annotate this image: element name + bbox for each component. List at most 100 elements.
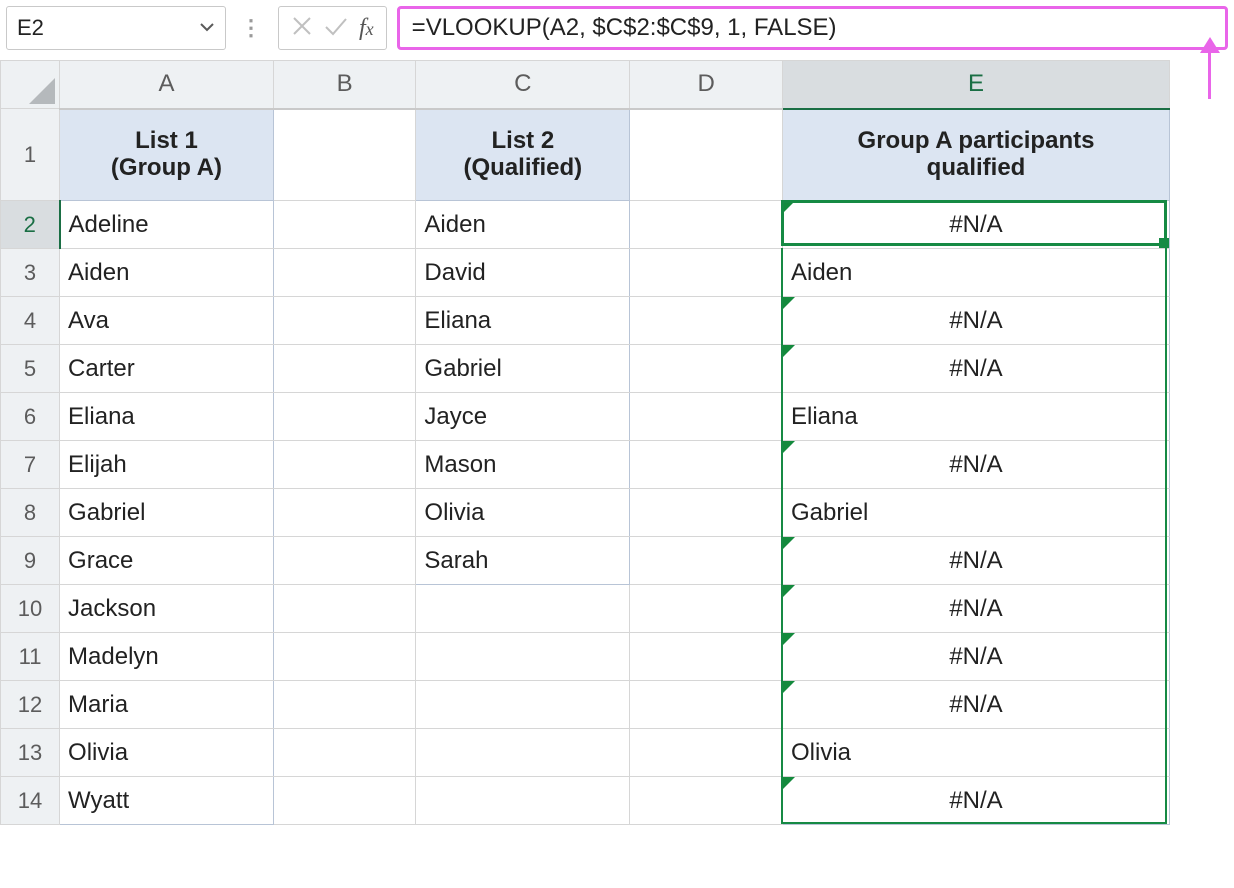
cell-D10[interactable] [630, 585, 783, 633]
column-header-D[interactable]: D [630, 61, 783, 109]
column-header-C[interactable]: C [416, 61, 630, 109]
cell-C3[interactable]: David [416, 249, 630, 297]
cell-E8[interactable]: Gabriel [782, 489, 1169, 537]
cell-B13[interactable] [273, 729, 416, 777]
formula-bar[interactable]: =VLOOKUP(A2, $C$2:$C$9, 1, FALSE) [397, 6, 1228, 50]
cell-E4[interactable]: #N/A [782, 297, 1169, 345]
cell-A7[interactable]: Elijah [60, 441, 274, 489]
cell-E6[interactable]: Eliana [782, 393, 1169, 441]
cell-A13[interactable]: Olivia [60, 729, 274, 777]
cell-C11[interactable] [416, 633, 630, 681]
cell-E14[interactable]: #N/A [782, 777, 1169, 825]
cell-D2[interactable] [630, 201, 783, 249]
cell-A4[interactable]: Ava [60, 297, 274, 345]
row-header-10[interactable]: 10 [1, 585, 60, 633]
cell-D5[interactable] [630, 345, 783, 393]
cell-D8[interactable] [630, 489, 783, 537]
cell-B6[interactable] [273, 393, 416, 441]
cell-D13[interactable] [630, 729, 783, 777]
cell-D14[interactable] [630, 777, 783, 825]
cell-A8[interactable]: Gabriel [60, 489, 274, 537]
cell-B14[interactable] [273, 777, 416, 825]
cancel-formula-icon[interactable] [291, 15, 313, 41]
cell-D7[interactable] [630, 441, 783, 489]
row-header-5[interactable]: 5 [1, 345, 60, 393]
cell-D11[interactable] [630, 633, 783, 681]
header-cell-A1[interactable]: List 1(Group A) [60, 109, 274, 201]
row-header-3[interactable]: 3 [1, 249, 60, 297]
cell-C13[interactable] [416, 729, 630, 777]
cell-D6[interactable] [630, 393, 783, 441]
cell-C4[interactable]: Eliana [416, 297, 630, 345]
cell-C9[interactable]: Sarah [416, 537, 630, 585]
cell-E11[interactable]: #N/A [782, 633, 1169, 681]
cell-D1[interactable] [630, 109, 783, 201]
row-header-7[interactable]: 7 [1, 441, 60, 489]
cell-B7[interactable] [273, 441, 416, 489]
cell-B3[interactable] [273, 249, 416, 297]
spreadsheet-grid[interactable]: ABCDE 1List 1(Group A) List 2(Qualified) Gr… [0, 60, 1234, 825]
cell-B9[interactable] [273, 537, 416, 585]
cell-B2[interactable] [273, 201, 416, 249]
row-header-13[interactable]: 13 [1, 729, 60, 777]
cell-B10[interactable] [273, 585, 416, 633]
cell-C5[interactable]: Gabriel [416, 345, 630, 393]
chevron-down-icon[interactable] [199, 15, 215, 41]
header-cell-C1[interactable]: List 2(Qualified) [416, 109, 630, 201]
cell-D9[interactable] [630, 537, 783, 585]
cell-B4[interactable] [273, 297, 416, 345]
cell-E9[interactable]: #N/A [782, 537, 1169, 585]
column-header-E[interactable]: E [782, 61, 1169, 109]
row-header-11[interactable]: 11 [1, 633, 60, 681]
row-header-6[interactable]: 6 [1, 393, 60, 441]
name-box[interactable]: E2 [6, 6, 226, 50]
cell-B11[interactable] [273, 633, 416, 681]
cell-A14[interactable]: Wyatt [60, 777, 274, 825]
column-header-A[interactable]: A [60, 61, 274, 109]
resize-handle-icon[interactable]: ⋮ [236, 15, 268, 41]
header-cell-E1[interactable]: Group A participantsqualified [782, 109, 1169, 201]
cell-B8[interactable] [273, 489, 416, 537]
row-header-4[interactable]: 4 [1, 297, 60, 345]
enter-formula-icon[interactable] [323, 15, 349, 41]
fx-icon[interactable]: fx [359, 15, 374, 42]
cell-D12[interactable] [630, 681, 783, 729]
cell-A2[interactable]: Adeline [60, 201, 274, 249]
cell-B5[interactable] [273, 345, 416, 393]
cell-C12[interactable] [416, 681, 630, 729]
formula-bar-value: =VLOOKUP(A2, $C$2:$C$9, 1, FALSE) [412, 14, 837, 42]
cell-A10[interactable]: Jackson [60, 585, 274, 633]
cell-B12[interactable] [273, 681, 416, 729]
cell-D3[interactable] [630, 249, 783, 297]
row-header-1[interactable]: 1 [1, 109, 60, 201]
cell-A12[interactable]: Maria [60, 681, 274, 729]
cell-B1[interactable] [273, 109, 416, 201]
cell-A6[interactable]: Eliana [60, 393, 274, 441]
cell-E7[interactable]: #N/A [782, 441, 1169, 489]
cell-D4[interactable] [630, 297, 783, 345]
cell-E5[interactable]: #N/A [782, 345, 1169, 393]
cell-E13[interactable]: Olivia [782, 729, 1169, 777]
row-header-8[interactable]: 8 [1, 489, 60, 537]
cell-E2[interactable]: #N/A [782, 201, 1169, 249]
cell-C8[interactable]: Olivia [416, 489, 630, 537]
cell-A3[interactable]: Aiden [60, 249, 274, 297]
cell-E10[interactable]: #N/A [782, 585, 1169, 633]
select-all-corner[interactable] [1, 61, 60, 109]
cell-A11[interactable]: Madelyn [60, 633, 274, 681]
cell-E12[interactable]: #N/A [782, 681, 1169, 729]
cell-C10[interactable] [416, 585, 630, 633]
cell-C7[interactable]: Mason [416, 441, 630, 489]
cell-E3[interactable]: Aiden [782, 249, 1169, 297]
formula-toolbar: E2 ⋮ fx =VLOOKUP(A2, $C$2:$C$9, 1, FALSE… [0, 0, 1234, 60]
row-header-2[interactable]: 2 [1, 201, 60, 249]
cell-C2[interactable]: Aiden [416, 201, 630, 249]
row-header-14[interactable]: 14 [1, 777, 60, 825]
cell-A9[interactable]: Grace [60, 537, 274, 585]
column-header-B[interactable]: B [273, 61, 416, 109]
row-header-12[interactable]: 12 [1, 681, 60, 729]
row-header-9[interactable]: 9 [1, 537, 60, 585]
cell-C6[interactable]: Jayce [416, 393, 630, 441]
cell-C14[interactable] [416, 777, 630, 825]
cell-A5[interactable]: Carter [60, 345, 274, 393]
